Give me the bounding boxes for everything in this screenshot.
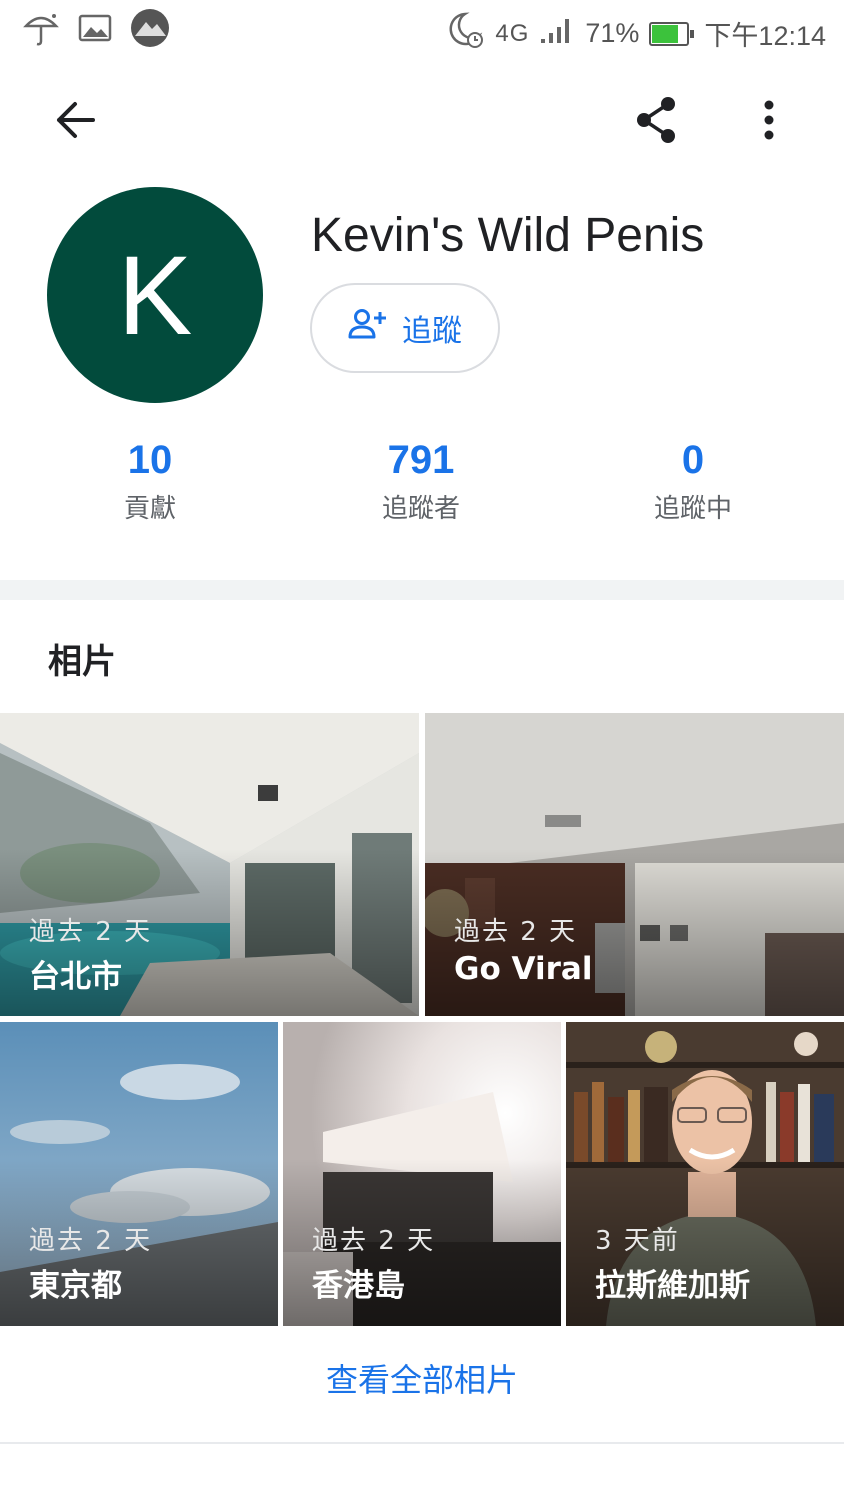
stat-contributions[interactable]: 10 貢獻 (50, 436, 250, 525)
photo-time: 過去 2 天 (29, 1226, 153, 1256)
stat-label: 追蹤中 (653, 494, 732, 524)
photo-place: 台北市 (29, 959, 122, 995)
photo-time: 3 天前 (595, 1226, 680, 1256)
back-arrow-icon (53, 100, 97, 144)
stat-value: 791 (387, 438, 455, 482)
umbrella-icon (22, 8, 60, 52)
battery-percent: 71% (585, 18, 640, 48)
stat-label: 貢獻 (123, 494, 176, 524)
section-divider (0, 580, 844, 600)
stat-value: 10 (127, 438, 173, 482)
stat-followers[interactable]: 791 追蹤者 (321, 436, 521, 525)
status-bar-notifications (22, 8, 170, 52)
photo-place: 拉斯維加斯 (595, 1268, 750, 1304)
battery-charging-icon (649, 21, 695, 46)
photos-section-title: 相片 (48, 642, 116, 682)
more-vert-icon (763, 99, 775, 145)
signal-icon (539, 15, 575, 52)
clock: 下午12:14 (704, 21, 826, 51)
photo-time: 過去 2 天 (29, 917, 153, 947)
photo-tile[interactable]: 過去 2 天 東京都 (0, 1022, 278, 1326)
photo-time: 過去 2 天 (312, 1226, 436, 1256)
avatar: K (47, 187, 263, 403)
status-bar-system: 4G 71% 下午12:14 (445, 10, 826, 57)
photo-place: 香港島 (312, 1268, 405, 1304)
divider (0, 1442, 844, 1444)
avatar-letter: K (117, 232, 193, 358)
share-button[interactable] (626, 92, 686, 152)
image-icon (78, 13, 112, 47)
photo-place: 東京都 (29, 1268, 122, 1304)
share-icon (633, 95, 679, 149)
mountain-app-icon (130, 8, 170, 52)
follow-button[interactable]: 追蹤 (310, 283, 500, 373)
photo-tile[interactable]: 過去 2 天 香港島 (283, 1022, 561, 1326)
photo-tile[interactable]: 過去 2 天 Go Viral (425, 713, 844, 1016)
stat-label: 追蹤者 (381, 494, 460, 524)
stat-following[interactable]: 0 追蹤中 (593, 436, 793, 525)
person-add-icon (348, 308, 388, 348)
photo-time: 過去 2 天 (454, 917, 578, 947)
network-type: 4G (495, 19, 530, 47)
profile-name: Kevin's Wild Penis (311, 209, 705, 262)
photo-place: Go Viral (454, 951, 593, 987)
view-all-photos-link[interactable]: 查看全部相片 (0, 1355, 844, 1401)
moon-alarm-icon (445, 10, 485, 57)
status-bar: 4G 71% 下午12:14 (0, 0, 844, 60)
follow-label: 追蹤 (402, 314, 462, 349)
back-button[interactable] (45, 92, 105, 152)
more-options-button[interactable] (739, 92, 799, 152)
photo-tile[interactable]: 過去 2 天 台北市 (0, 713, 419, 1016)
photo-tile[interactable]: 3 天前 拉斯維加斯 (566, 1022, 844, 1326)
stat-value: 0 (681, 438, 705, 482)
